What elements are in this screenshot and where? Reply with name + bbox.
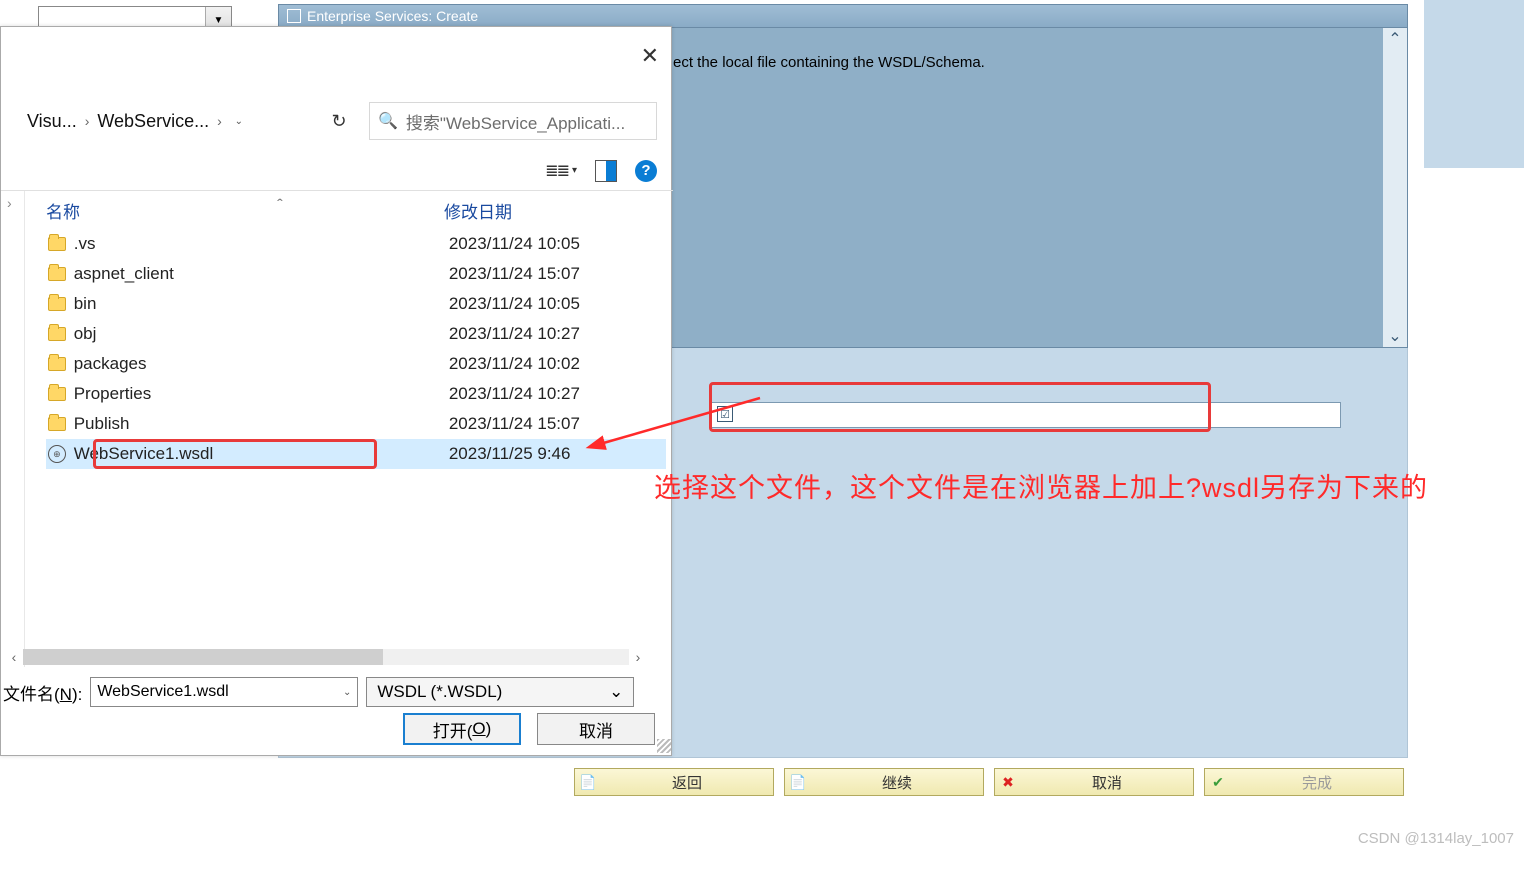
filename-dropdown-icon[interactable]: ⌄ bbox=[343, 687, 351, 698]
file-row[interactable]: bin2023/11/24 10:05 bbox=[46, 289, 666, 319]
file-name: Properties bbox=[74, 384, 449, 404]
bg-window-title: Enterprise Services: Create bbox=[307, 8, 478, 24]
file-date: 2023/11/24 10:02 bbox=[449, 354, 666, 374]
folder-icon bbox=[46, 294, 68, 314]
file-open-dialog: ✕ Visu... › WebService... › ⌄ ↻ 🔍 搜索"Web… bbox=[0, 26, 672, 756]
file-row[interactable]: ⊕ WebService1.wsdl2023/11/25 9:46 bbox=[46, 439, 666, 469]
dialog-button-row: 打开(O) 取消 bbox=[403, 713, 655, 745]
folder-icon bbox=[46, 324, 68, 344]
file-name: WebService1.wsdl bbox=[74, 444, 449, 464]
dialog-toolbar: ≣≣▾ ? bbox=[1, 151, 673, 191]
watermark: CSDN @1314lay_1007 bbox=[1358, 830, 1514, 847]
file-row[interactable]: packages2023/11/24 10:02 bbox=[46, 349, 666, 379]
dialog-bottom: 文件名(N): WebService1.wsdl ⌄ WSDL (*.WSDL)… bbox=[1, 665, 673, 755]
chevron-right-icon: › bbox=[85, 113, 90, 129]
dialog-nav-row: Visu... › WebService... › ⌄ ↻ 🔍 搜索"WebSe… bbox=[17, 99, 657, 143]
scroll-track[interactable] bbox=[23, 649, 629, 665]
file-name: Publish bbox=[74, 414, 449, 434]
horizontal-scrollbar[interactable]: ‹ › bbox=[5, 647, 647, 667]
file-name: .vs bbox=[74, 234, 449, 254]
preview-pane-button[interactable] bbox=[595, 160, 617, 182]
resize-grip-icon[interactable] bbox=[657, 739, 671, 753]
filetype-dropdown-icon[interactable]: ⌄ bbox=[609, 682, 623, 702]
sap-finish-button: ✔完成 bbox=[1204, 768, 1404, 796]
scroll-right-icon[interactable]: › bbox=[629, 649, 647, 665]
filename-value: WebService1.wsdl bbox=[97, 683, 228, 701]
file-row[interactable]: .vs2023/11/24 10:05 bbox=[46, 229, 666, 259]
file-date: 2023/11/24 15:07 bbox=[449, 264, 666, 284]
sort-indicator-icon: ˆ bbox=[271, 195, 289, 217]
bg-window-titlebar: Enterprise Services: Create bbox=[278, 4, 1408, 28]
file-name: bin bbox=[74, 294, 449, 314]
background-right-panel bbox=[1424, 0, 1524, 168]
folder-icon bbox=[46, 264, 68, 284]
file-row[interactable]: aspnet_client2023/11/24 15:07 bbox=[46, 259, 666, 289]
bg-scrollbar[interactable]: ⌃ ⌄ bbox=[1383, 28, 1407, 347]
scroll-down-icon[interactable]: ⌄ bbox=[1384, 325, 1406, 347]
search-icon: 🔍 bbox=[378, 111, 398, 131]
breadcrumb-dropdown-icon[interactable]: ⌄ bbox=[230, 112, 248, 130]
file-date: 2023/11/24 10:05 bbox=[449, 294, 666, 314]
search-input[interactable]: 🔍 搜索"WebService_Applicati... bbox=[369, 102, 657, 140]
cancel-button[interactable]: 取消 bbox=[537, 713, 655, 745]
refresh-button[interactable]: ↻ bbox=[327, 109, 351, 133]
chevron-right-icon: › bbox=[217, 113, 222, 129]
file-list-area: 名称 修改日期 ˆ .vs2023/11/24 10:05aspnet_clie… bbox=[1, 191, 673, 667]
nav-pane-collapse[interactable] bbox=[1, 191, 25, 667]
filename-label: 文件名(N): bbox=[3, 680, 82, 705]
folder-icon bbox=[46, 234, 68, 254]
folder-icon bbox=[46, 354, 68, 374]
breadcrumb-part1[interactable]: Visu... bbox=[27, 111, 77, 132]
scroll-up-icon[interactable]: ⌃ bbox=[1384, 28, 1406, 50]
filetype-value: WSDL (*.WSDL) bbox=[377, 682, 502, 702]
bg-body-text: ect the local file containing the WSDL/S… bbox=[673, 54, 985, 71]
view-mode-button[interactable]: ≣≣▾ bbox=[545, 161, 577, 181]
folder-icon bbox=[46, 414, 68, 434]
annotation-text: 选择这个文件，这个文件是在浏览器上加上?wsdl另存为下来的 bbox=[654, 468, 1434, 508]
breadcrumb[interactable]: Visu... › WebService... › ⌄ bbox=[17, 102, 317, 140]
file-name: aspnet_client bbox=[74, 264, 449, 284]
col-name[interactable]: 名称 bbox=[46, 198, 444, 223]
file-date: 2023/11/25 9:46 bbox=[449, 444, 666, 464]
sap-back-button[interactable]: 📄返回 bbox=[574, 768, 774, 796]
help-button[interactable]: ? bbox=[635, 160, 657, 182]
preview-pane-icon bbox=[595, 160, 617, 182]
column-headers[interactable]: 名称 修改日期 ˆ bbox=[46, 191, 666, 229]
search-placeholder: 搜索"WebService_Applicati... bbox=[406, 109, 625, 134]
file-row[interactable]: Publish2023/11/24 15:07 bbox=[46, 409, 666, 439]
file-date: 2023/11/24 15:07 bbox=[449, 414, 666, 434]
filetype-select[interactable]: WSDL (*.WSDL) ⌄ bbox=[366, 677, 634, 707]
next-icon: 📄 bbox=[785, 774, 811, 791]
file-date: 2023/11/24 10:27 bbox=[449, 324, 666, 344]
filename-row: 文件名(N): WebService1.wsdl ⌄ WSDL (*.WSDL)… bbox=[3, 677, 634, 707]
cancel-icon: ✖ bbox=[995, 774, 1021, 791]
scroll-thumb[interactable] bbox=[23, 649, 383, 665]
wsdl-file-icon: ⊕ bbox=[46, 444, 68, 464]
bg-title-icon bbox=[287, 9, 301, 23]
file-name: obj bbox=[74, 324, 449, 344]
file-date: 2023/11/24 10:27 bbox=[449, 384, 666, 404]
filename-input[interactable]: WebService1.wsdl ⌄ bbox=[90, 677, 358, 707]
sap-cancel-button[interactable]: ✖取消 bbox=[994, 768, 1194, 796]
dialog-close-button[interactable]: ✕ bbox=[641, 43, 659, 69]
file-date: 2023/11/24 10:05 bbox=[449, 234, 666, 254]
file-list: 名称 修改日期 ˆ .vs2023/11/24 10:05aspnet_clie… bbox=[46, 191, 666, 665]
file-row[interactable]: Properties2023/11/24 10:27 bbox=[46, 379, 666, 409]
breadcrumb-part2[interactable]: WebService... bbox=[97, 111, 209, 132]
sap-wizard-buttons: 📄返回 📄继续 ✖取消 ✔完成 bbox=[574, 768, 1404, 796]
done-icon: ✔ bbox=[1205, 774, 1231, 791]
sap-next-button[interactable]: 📄继续 bbox=[784, 768, 984, 796]
back-icon: 📄 bbox=[575, 774, 601, 791]
annotation-box-input bbox=[709, 382, 1211, 432]
file-row[interactable]: obj2023/11/24 10:27 bbox=[46, 319, 666, 349]
scroll-left-icon[interactable]: ‹ bbox=[5, 649, 23, 665]
open-button[interactable]: 打开(O) bbox=[403, 713, 521, 745]
folder-icon bbox=[46, 384, 68, 404]
col-date[interactable]: 修改日期 bbox=[444, 198, 664, 223]
file-name: packages bbox=[74, 354, 449, 374]
